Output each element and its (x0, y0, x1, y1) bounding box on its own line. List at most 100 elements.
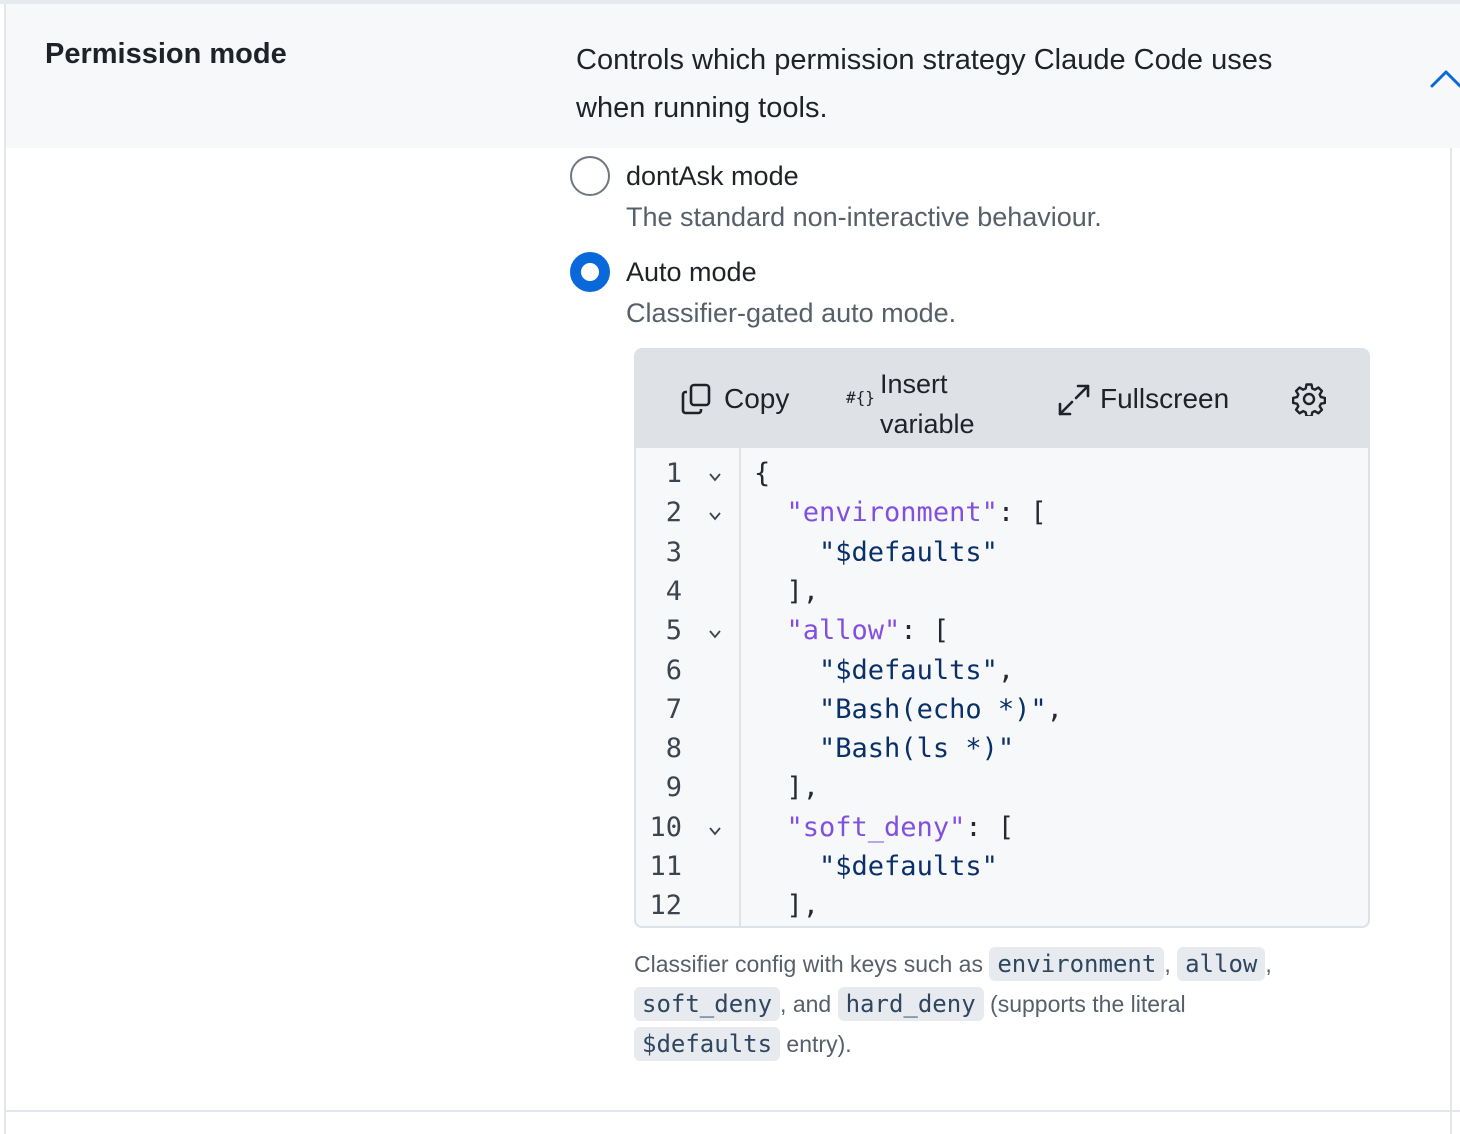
json-punctuation: ], (754, 890, 820, 922)
json-key: "allow" (786, 615, 901, 647)
line-number: 4 (665, 575, 682, 607)
json-punctuation (754, 497, 787, 528)
code-line[interactable]: 11 "$defaults" (636, 847, 1368, 886)
code-line[interactable]: 2 "environment": [ (636, 493, 1368, 532)
json-punctuation (754, 812, 787, 843)
code-text: ], (754, 768, 820, 807)
json-punctuation: : [ (900, 615, 950, 647)
expand-icon (1058, 384, 1090, 416)
inline-code: $defaults (634, 1027, 781, 1061)
json-editor[interactable]: Copy #{} Insert variable Fullscreen 1 {… (634, 348, 1370, 928)
line-number: 12 (649, 890, 682, 922)
inline-code: hard_deny (837, 987, 984, 1021)
code-text: ], (754, 572, 820, 611)
code-text: "soft_deny": [ (754, 808, 1015, 847)
radio-dontask[interactable] (570, 156, 610, 196)
code-line[interactable]: 4 ], (636, 572, 1368, 611)
help-text: entry). (780, 1031, 852, 1057)
code-area[interactable]: 1{2 "environment": [3 "$defaults" 4 ], 5 "… (636, 448, 1368, 926)
json-punctuation (754, 733, 819, 764)
copy-label: Copy (724, 383, 790, 414)
json-punctuation: ], (754, 575, 820, 607)
code-line[interactable]: 10 "soft_deny": [ (636, 808, 1368, 847)
option-label: dontAsk mode (626, 161, 799, 191)
json-string: "$defaults" (819, 536, 998, 568)
line-number: 1 (665, 458, 682, 489)
collapse-button[interactable] (1426, 60, 1460, 96)
fold-chevron-icon[interactable] (706, 611, 724, 650)
fold-chevron-icon[interactable] (706, 493, 724, 532)
json-punctuation (754, 851, 819, 882)
inline-code: environment (989, 947, 1165, 981)
gear-icon (1291, 383, 1327, 418)
help-text: , (1164, 951, 1178, 977)
editor-settings-button[interactable] (1291, 382, 1327, 423)
code-line[interactable]: 5 "allow": [ (636, 611, 1368, 650)
json-punctuation: ], (754, 772, 820, 804)
code-line[interactable]: 6 "$defaults", (636, 651, 1368, 690)
code-line[interactable]: 8 "Bash(ls *)" (636, 729, 1368, 768)
variable-icon: #{} (846, 388, 875, 407)
fullscreen-label: Fullscreen (1100, 383, 1230, 414)
code-text: "$defaults" (754, 533, 998, 572)
line-number: 3 (665, 536, 682, 568)
line-number: 5 (665, 615, 682, 647)
code-text: { (754, 454, 770, 493)
code-line[interactable]: 1{ (636, 454, 1368, 493)
code-line[interactable]: 7 "Bash(echo *)", (636, 690, 1368, 729)
insert-variable-label: Insert variable (880, 369, 975, 439)
editor-toolbar: Copy #{} Insert variable Fullscreen (636, 350, 1368, 448)
panel-border (1450, 148, 1452, 1134)
line-number: 9 (665, 772, 682, 804)
help-text: , and (780, 991, 838, 1017)
json-key: "environment" (786, 497, 998, 529)
json-string: "Bash(ls *)" (819, 733, 1015, 765)
json-string: "$defaults" (819, 851, 998, 882)
help-text: Classifier config with keys such as (634, 951, 990, 977)
setting-header[interactable]: Permission mode Controls which permissio… (6, 4, 1460, 148)
setting-description: Controls which permission strategy Claud… (576, 44, 1273, 124)
chevron-up-icon (1430, 70, 1460, 88)
option-help: The standard non-interactive behaviour. (626, 202, 1102, 232)
panel-divider (6, 1110, 1460, 1112)
radio-auto[interactable] (570, 252, 610, 292)
code-line[interactable]: 12 ], (636, 886, 1368, 925)
fold-chevron-icon[interactable] (706, 808, 724, 847)
line-number: 7 (665, 693, 682, 725)
code-text: "allow": [ (754, 611, 950, 650)
json-string: "$defaults" (819, 654, 998, 686)
code-text: "environment": [ (754, 493, 1047, 532)
code-line[interactable]: 3 "$defaults" (636, 533, 1368, 572)
json-string: "Bash(echo *)" (819, 693, 1047, 725)
line-number: 6 (665, 654, 682, 686)
code-text: "$defaults" (754, 847, 998, 886)
option-help: Classifier-gated auto mode. (626, 298, 957, 328)
code-text: "$defaults", (754, 651, 1014, 690)
json-punctuation (754, 694, 819, 725)
json-punctuation (754, 537, 819, 568)
inline-code: allow (1177, 947, 1266, 981)
json-punctuation: { (754, 458, 771, 489)
line-number: 2 (665, 497, 682, 529)
code-text: ], (754, 886, 820, 925)
json-punctuation: , (1046, 693, 1063, 725)
inline-code: soft_deny (634, 987, 781, 1021)
json-punctuation (754, 615, 787, 646)
json-punctuation (754, 655, 819, 686)
code-text: "Bash(echo *)", (754, 690, 1063, 729)
copy-icon (681, 383, 711, 415)
field-help-text: Classifier config with keys such as envi… (634, 944, 1334, 1064)
json-key: "soft_deny" (786, 811, 966, 843)
json-punctuation: : [ (997, 497, 1047, 529)
line-number: 11 (649, 851, 682, 882)
option-label: Auto mode (626, 257, 757, 287)
help-text: (supports the literal (983, 991, 1186, 1017)
fold-chevron-icon[interactable] (706, 454, 724, 493)
code-text: "Bash(ls *)" (754, 729, 1014, 768)
line-number: 10 (649, 811, 682, 843)
code-line[interactable]: 9 ], (636, 768, 1368, 807)
help-text: , (1265, 951, 1272, 977)
setting-title: Permission mode (45, 38, 287, 70)
json-punctuation: : [ (965, 811, 1015, 843)
json-punctuation: , (997, 654, 1015, 686)
